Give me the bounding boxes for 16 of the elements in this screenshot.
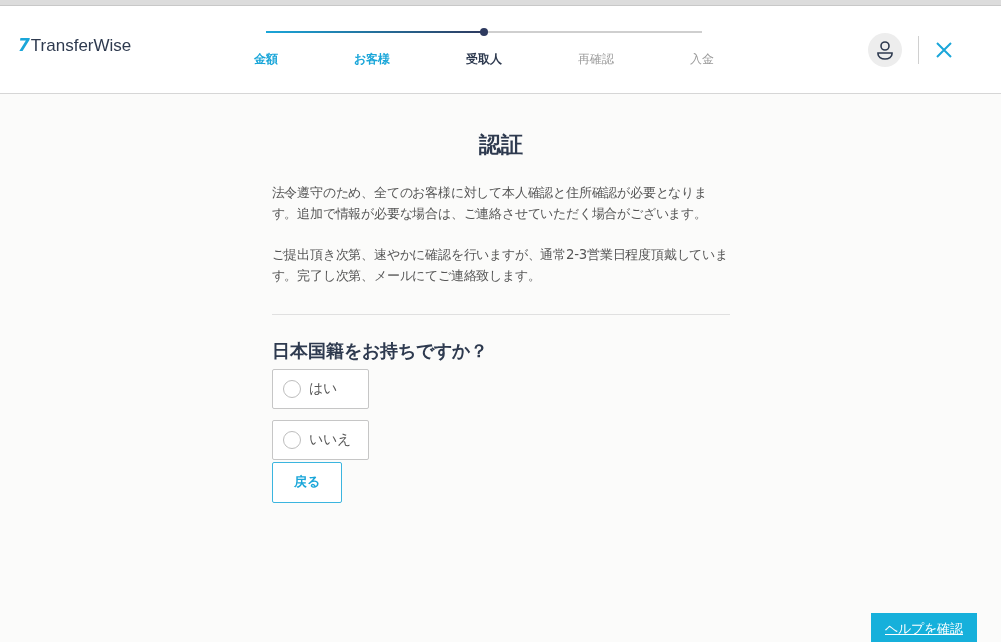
profile-button[interactable] <box>868 32 902 67</box>
step-label: 入金 <box>690 51 714 68</box>
step-label: 再確認 <box>578 51 614 68</box>
person-icon <box>876 39 894 60</box>
close-icon <box>935 40 953 59</box>
radio-option[interactable]: いいえ <box>271 420 369 460</box>
step-label: お客様 <box>354 51 390 68</box>
step-label: 受取人 <box>466 51 502 68</box>
radio-option[interactable]: はい <box>271 369 369 409</box>
logo[interactable]: 7TransferWise <box>18 35 254 56</box>
paragraph: ご提出頂き次第、速やかに確認を行いますが、通常2-3営業日程度頂戴しています。完了し次第、メールにてご連絡致します。 <box>271 246 729 285</box>
step-label: 金額 <box>254 51 278 68</box>
question-label: 日本国籍をお持ちですか？ <box>271 339 489 363</box>
close-button[interactable] <box>935 40 953 59</box>
paragraph: 法令遵守のため、全てのお客様に対して本人確認と住所確認が必要となります。追加で情報が必要な場合は、ご連絡させていただく場合がございます。 <box>271 184 708 223</box>
page-title: 認証 <box>477 131 524 159</box>
